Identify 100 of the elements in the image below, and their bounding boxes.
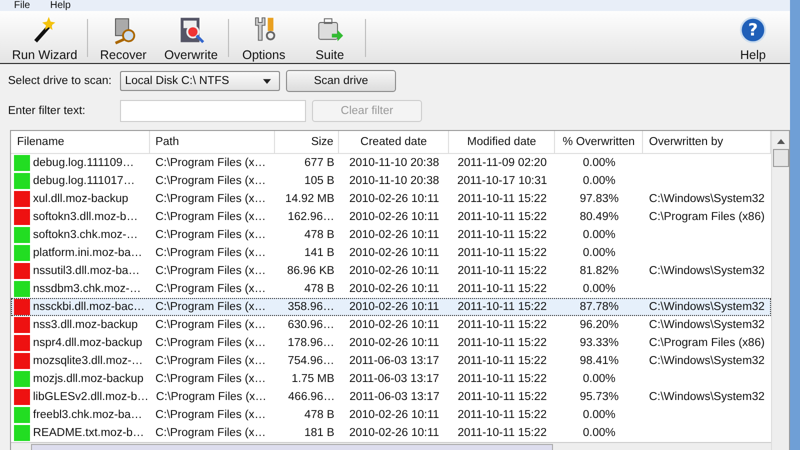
- filter-field[interactable]: [120, 100, 306, 122]
- table-cell: 1.75 MB: [292, 373, 334, 385]
- table-cell: 2010-02-26 10:11: [349, 301, 440, 313]
- table-cell: 2010-02-26 10:11: [349, 229, 440, 241]
- table-cell: 95.73%: [580, 391, 619, 403]
- table-row[interactable]: freebl3.chk.moz-ba… C:\Program Files (x… 478 B 2010-02-26 10:11 2011-10-11 15:22 0.00%: [11, 406, 771, 424]
- horizontal-scrollbar[interactable]: [11, 442, 771, 450]
- help-button[interactable]: ? Help: [720, 13, 786, 63]
- help-icon: ?: [738, 14, 768, 44]
- scroll-up-icon[interactable]: [776, 139, 784, 144]
- table-cell: C:\Program Files (x…: [155, 265, 266, 277]
- table-row[interactable]: README.txt.moz-b… C:\Program Files (x… 181 B 2010-02-26 10:11 2011-10-11 15:22 0.00%: [11, 424, 771, 442]
- table-cell: 2011-10-11 15:22: [458, 391, 547, 403]
- menu-item[interactable]: File: [14, 0, 30, 11]
- table-row[interactable]: softokn3.chk.moz-… C:\Program Files (x… 478 B 2010-02-26 10:11 2011-10-11 15:22 0.00%: [11, 226, 771, 244]
- table-cell: C:\Program Files (x…: [155, 283, 266, 295]
- scrollbar-thumb[interactable]: [772, 149, 788, 167]
- table-cell: 630.96…: [288, 319, 334, 331]
- table-cell: 2010-02-26 10:11: [349, 427, 440, 439]
- table-cell: 98.41%: [580, 355, 619, 367]
- drive-dropdown[interactable]: Local Disk C:\ NTFS: [120, 71, 280, 91]
- table-cell: 2010-02-26 10:11: [349, 265, 440, 277]
- table-cell: 0.00%: [582, 157, 616, 169]
- table-cell: 2010-02-26 10:11: [349, 409, 440, 421]
- table-cell: C:\Program Files (x…: [156, 391, 267, 403]
- table-cell: 2011-10-11 15:22: [458, 211, 547, 223]
- table-cell: mozjs.dll.moz-backup: [33, 373, 144, 385]
- table-cell: 2010-02-26 10:11: [349, 283, 440, 295]
- table-row[interactable]: mozjs.dll.moz-backup C:\Program Files (x… 1.75 MB 2011-06-03 13:17 2011-10-11 15:22 0.00%: [11, 370, 771, 388]
- table-cell: 2011-10-11 15:22: [458, 301, 547, 313]
- column-header[interactable]: Filename: [11, 131, 150, 153]
- table-cell: C:\Program Files (x86): [649, 211, 765, 223]
- table-cell: 2011-10-11 15:22: [458, 229, 547, 241]
- table-cell: 2010-02-26 10:11: [349, 319, 440, 331]
- scan-drive-button[interactable]: Scan drive: [286, 70, 396, 92]
- table-cell: softokn3.chk.moz-…: [33, 229, 138, 241]
- table-cell: 478 B: [304, 283, 334, 295]
- table-cell: C:\Program Files (x…: [155, 193, 266, 205]
- table-row[interactable]: nss3.dll.moz-backup C:\Program Files (x… 630.96… 2010-02-26 10:11 2011-10-11 15:22 96.20% C:\Windows\System32: [11, 316, 771, 334]
- filter-label: Enter filter text:: [8, 104, 86, 119]
- table-cell: softokn3.dll.moz-b…: [33, 211, 138, 223]
- table-cell: 0.00%: [582, 409, 616, 421]
- table-cell: C:\Program Files (x…: [155, 301, 266, 313]
- table-cell: C:\Program Files (x…: [155, 373, 266, 385]
- table-cell: nssutil3.dll.moz-ba…: [33, 265, 140, 277]
- table-cell: 466.96…: [288, 391, 335, 403]
- table-cell: debug.log.111109…: [33, 157, 134, 169]
- table-cell: 96.20%: [580, 319, 619, 331]
- table-cell: C:\Program Files (x…: [155, 409, 266, 421]
- table-row[interactable]: nssdbm3.chk.moz-… C:\Program Files (x… 478 B 2010-02-26 10:11 2011-10-11 15:22 0.00%: [11, 280, 771, 298]
- table-cell: C:\Program Files (x…: [155, 157, 266, 169]
- table-cell: 0.00%: [582, 175, 616, 187]
- table-cell: C:\Program Files (x…: [155, 247, 266, 259]
- table-row[interactable]: nssckbi.dll.moz-bac… C:\Program Files (x… 358.96… 2010-02-26 10:11 2011-10-11 15:22 87.78% C:\Windows\System32: [11, 298, 771, 316]
- table-row[interactable]: debug.log.111109… C:\Program Files (x… 677 B 2010-11-10 20:38 2011-11-09 02:20 0.00%: [11, 154, 771, 172]
- table-cell: C:\Program Files (x…: [155, 319, 266, 331]
- column-header[interactable]: Path: [150, 131, 275, 153]
- toolbar-button[interactable]: Overwrite: [156, 13, 226, 63]
- scrollbar-thumb[interactable]: [31, 444, 553, 450]
- menu-item[interactable]: Help: [50, 0, 71, 11]
- table-row[interactable]: nspr4.dll.moz-backup C:\Program Files (x… 178.96… 2010-02-26 10:11 2011-10-11 15:22 93.33% C:\Program Files (x86): [11, 334, 771, 352]
- table-cell: 93.33%: [580, 337, 619, 349]
- table-cell: README.txt.moz-b…: [33, 427, 144, 439]
- table-cell: 2011-10-11 15:22: [458, 355, 547, 367]
- table-row[interactable]: libGLESv2.dll.moz-b… C:\Program Files (x… 466.96… 2011-06-03 13:17 2011-10-11 15:22 95.73% C:\Windows\System32: [11, 388, 771, 406]
- table-cell: 87.78%: [580, 301, 619, 313]
- table-cell: 181 B: [304, 427, 334, 439]
- column-header[interactable]: % Overwritten: [555, 131, 644, 153]
- table-cell: C:\Program Files (x…: [155, 229, 266, 241]
- column-header[interactable]: Modified date: [448, 131, 556, 153]
- table-row[interactable]: platform.ini.moz-ba… C:\Program Files (x… 141 B 2010-02-26 10:11 2011-10-11 15:22 0.00%: [11, 244, 771, 262]
- vertical-scrollbar[interactable]: [771, 131, 789, 450]
- table-row[interactable]: xul.dll.moz-backup C:\Program Files (x… 14.92 MB 2010-02-26 10:11 2011-10-11 15:22 97.83% C:\Windows\System32: [11, 190, 771, 208]
- table-cell: 2010-02-26 10:11: [349, 247, 440, 259]
- toolbar-button[interactable]: Run Wizard: [4, 13, 86, 63]
- table-cell: 141 B: [304, 247, 334, 259]
- table-cell: 754.96…: [288, 355, 334, 367]
- table-cell: C:\Windows\System32: [648, 391, 765, 403]
- table-cell: 2010-02-26 10:11: [349, 337, 440, 349]
- toolbar-button[interactable]: Recover: [90, 13, 156, 63]
- table-row[interactable]: debug.log.111017… C:\Program Files (x… 105 B 2010-11-10 20:38 2011-10-17 10:31 0.00%: [11, 172, 771, 190]
- table-cell: 478 B: [304, 409, 334, 421]
- table-cell: 105 B: [304, 175, 334, 187]
- column-header[interactable]: Created date: [339, 131, 449, 153]
- table-cell: 2011-06-03 13:17: [349, 355, 440, 367]
- table-cell: 2011-10-11 15:22: [458, 265, 547, 277]
- table-cell: C:\Program Files (x…: [155, 355, 266, 367]
- column-header[interactable]: Size: [274, 131, 340, 153]
- table-cell: C:\Windows\System32: [649, 265, 765, 277]
- table-row[interactable]: mozsqlite3.dll.moz-… C:\Program Files (x… 754.96… 2011-06-03 13:17 2011-10-11 15:22 98.41% C:\Windows\System32: [11, 352, 771, 370]
- toolbar-button[interactable]: Suite: [296, 13, 363, 63]
- table-cell: nssdbm3.chk.moz-…: [33, 283, 142, 295]
- table-cell: 97.83%: [580, 193, 619, 205]
- table-cell: 2010-02-26 10:11: [349, 211, 440, 223]
- toolbar-button[interactable]: Options: [230, 13, 297, 63]
- table-row[interactable]: nssutil3.dll.moz-ba… C:\Program Files (x… 86.96 KB 2010-02-26 10:11 2011-10-11 15:22 81.82% C:\Windows\System32: [11, 262, 771, 280]
- table-cell: 178.96…: [288, 337, 334, 349]
- table-cell: 478 B: [304, 229, 334, 241]
- table-row[interactable]: softokn3.dll.moz-b… C:\Program Files (x… 162.96… 2010-02-26 10:11 2011-10-11 15:22 80.49% C:\Program Files (x86): [11, 208, 771, 226]
- table-cell: 162.96…: [288, 211, 334, 223]
